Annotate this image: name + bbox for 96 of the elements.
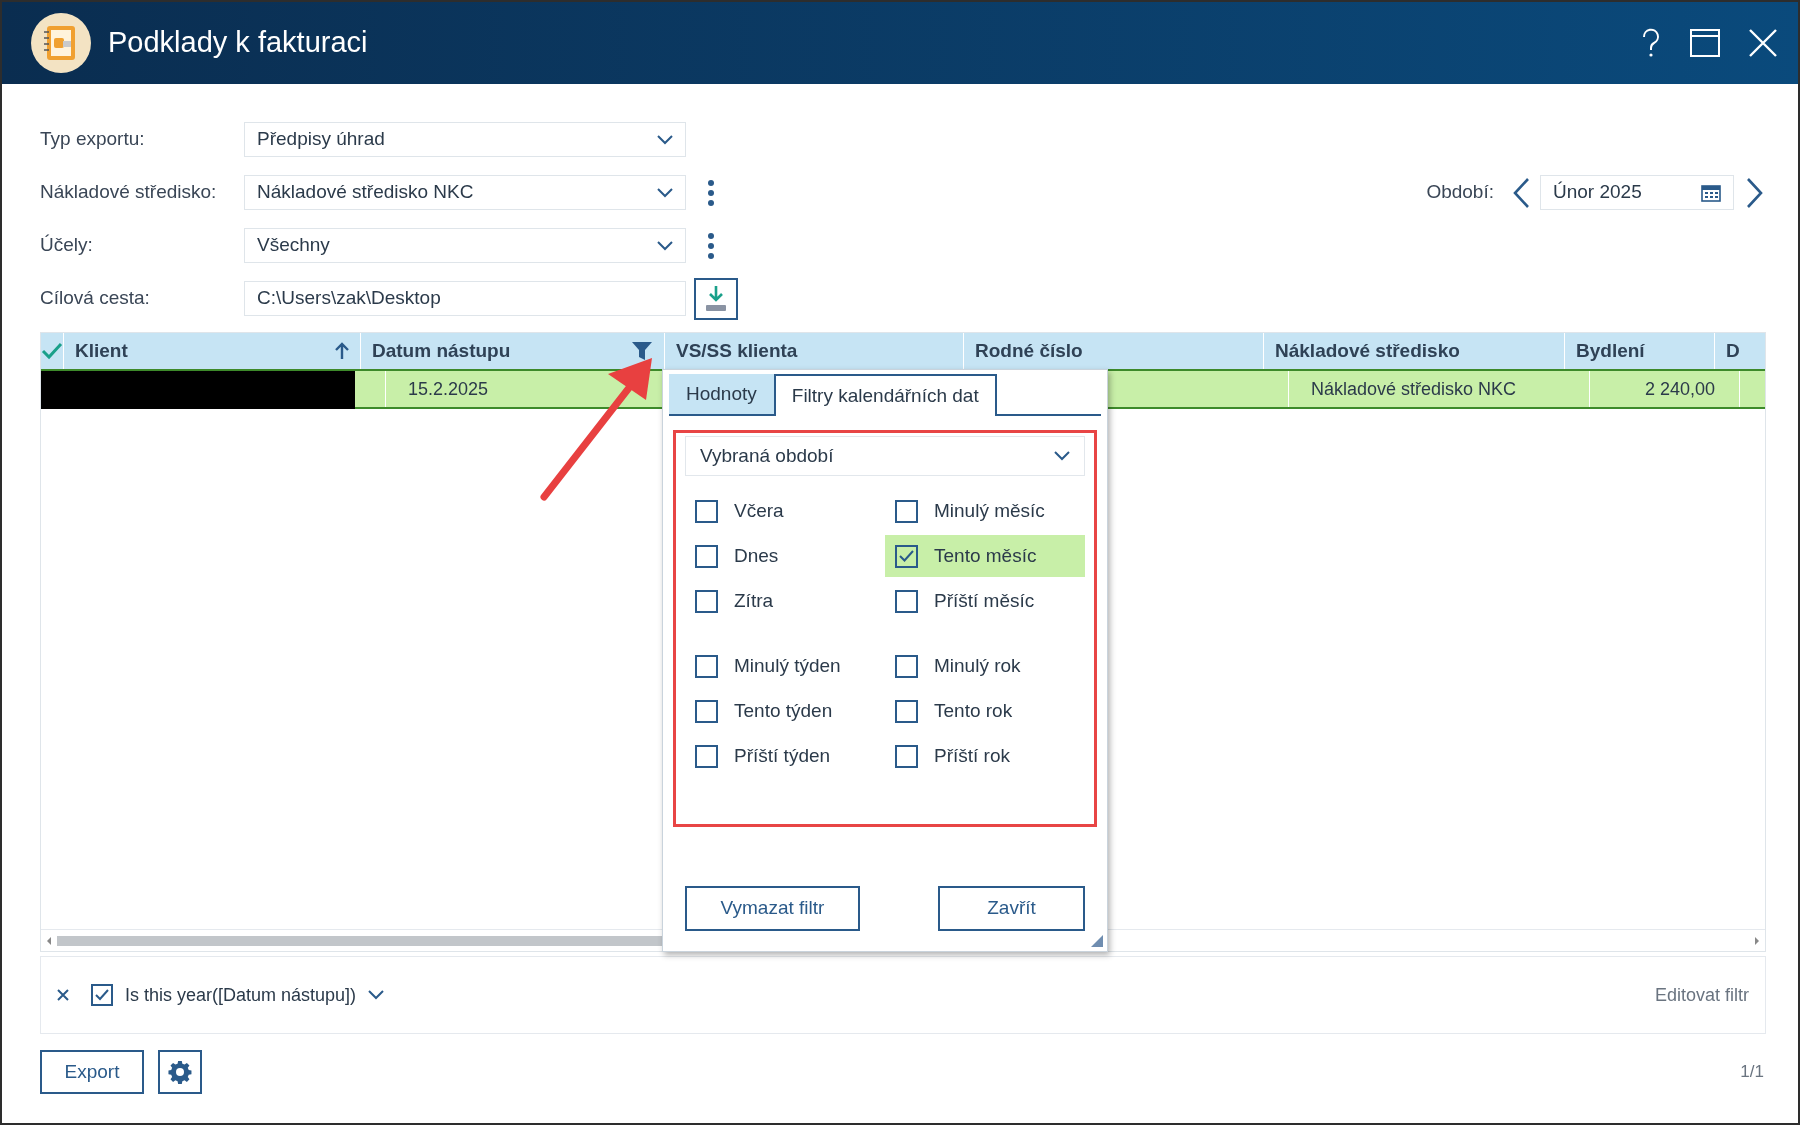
select-field[interactable]: Všechny (244, 228, 686, 263)
field-value: Všechny (257, 233, 331, 258)
select-field[interactable]: Nákladové středisko NKC (244, 175, 686, 210)
field-value: Vybraná období (700, 443, 835, 468)
option-label: Dnes (734, 543, 779, 568)
checkbox[interactable] (895, 654, 918, 678)
download-icon (705, 284, 727, 313)
option-label: Včera (734, 498, 784, 523)
tab[interactable]: Hodnoty (669, 374, 774, 414)
column-title: Rodné číslo (975, 338, 1084, 363)
field-label: Cílová cesta: (40, 286, 151, 311)
checkbox[interactable] (695, 699, 718, 723)
checkbox[interactable] (895, 744, 918, 768)
period-option[interactable]: Tento týden (685, 690, 885, 732)
table-cell: Nákladové středisko NKC (1289, 371, 1590, 407)
field-value: Nákladové středisko NKC (257, 180, 475, 205)
field-value: C:\Users\zak\Desktop (257, 286, 442, 311)
period-label: Období: (1426, 180, 1494, 205)
checkbox[interactable] (695, 589, 718, 613)
scroll-right-icon[interactable] (1755, 936, 1759, 945)
page-indicator: 1/1 (1740, 1061, 1764, 1084)
app-logo-icon (30, 12, 92, 74)
download-button[interactable] (694, 277, 738, 320)
path-field[interactable]: C:\Users\zak\Desktop (244, 281, 686, 316)
option-label: Příští měsíc (934, 588, 1035, 613)
checkbox[interactable] (695, 499, 718, 523)
checkbox[interactable] (695, 654, 718, 678)
sort-up-icon[interactable] (335, 342, 349, 360)
help-icon[interactable] (1640, 28, 1662, 58)
column-title: Datum nástupu (372, 338, 512, 363)
period-option[interactable]: Minulý týden (685, 645, 885, 687)
column-title: VS/SS klienta (676, 338, 799, 363)
calendar-icon[interactable] (1701, 183, 1721, 202)
date-field[interactable]: Únor 2025 (1540, 175, 1734, 210)
column-title: D (1726, 338, 1741, 363)
option-label: Příští rok (934, 743, 1010, 768)
edit-filter-link[interactable]: Editovat filtr (1654, 981, 1749, 1009)
period-option[interactable]: Příští týden (685, 735, 885, 777)
window-title: Podklady k fakturaci (108, 25, 368, 61)
field-value: Únor 2025 (1553, 180, 1643, 205)
close-button[interactable]: Zavřít (938, 886, 1085, 931)
more-options-icon[interactable] (708, 179, 714, 206)
resize-grip-icon[interactable] (1091, 935, 1103, 947)
option-label: Tento rok (934, 698, 1013, 723)
period-option[interactable]: Minulý měsíc (885, 490, 1085, 532)
period-option[interactable]: Tento měsíc (885, 535, 1085, 577)
chevron-down-icon[interactable] (368, 990, 385, 1000)
option-label: Minulý týden (734, 653, 841, 678)
chevron-down-icon (657, 134, 673, 145)
column-title: Klient (75, 338, 129, 363)
maximize-icon[interactable] (1690, 29, 1720, 57)
period-option[interactable]: Příští měsíc (885, 580, 1085, 622)
checkmark-icon (899, 549, 914, 563)
tab[interactable]: Filtry kalendářních dat (773, 374, 997, 416)
table-cell: 2 240,00 (1590, 371, 1740, 407)
checkbox[interactable] (91, 984, 113, 1006)
period-option[interactable]: Příští rok (885, 735, 1085, 777)
export-button[interactable]: Export (40, 1050, 144, 1094)
checkbox[interactable] (895, 589, 918, 613)
select-field[interactable]: Předpisy úhrad (244, 122, 686, 157)
checkbox[interactable] (695, 544, 718, 568)
clear-filter-button[interactable]: Vymazat filtr (685, 886, 860, 931)
option-label: Tento týden (734, 698, 833, 723)
checkmark-icon (95, 989, 109, 1001)
checkbox[interactable] (695, 744, 718, 768)
close-icon[interactable] (1748, 28, 1778, 58)
scroll-left-icon[interactable] (47, 936, 51, 945)
period-option[interactable]: Minulý rok (885, 645, 1085, 687)
checkbox[interactable] (895, 699, 918, 723)
chevron-down-icon (1054, 451, 1070, 461)
more-options-icon[interactable] (708, 232, 714, 259)
settings-button[interactable] (158, 1050, 202, 1094)
filter-icon[interactable] (631, 340, 653, 362)
field-value: Předpisy úhrad (257, 127, 386, 152)
option-label: Minulý měsíc (934, 498, 1045, 523)
field-label: Nákladové středisko: (40, 180, 218, 205)
chevron-down-icon (657, 187, 673, 198)
clear-filter-icon[interactable] (57, 989, 69, 1001)
option-label: Minulý rok (934, 653, 1021, 678)
filter-expression: Is this year([Datum nástupu]) (125, 983, 357, 1007)
select-field[interactable]: Vybraná období (685, 436, 1085, 476)
column-title: Nákladové středisko (1275, 338, 1461, 363)
period-option[interactable]: Včera (685, 490, 885, 532)
column-title: Bydlení (1576, 338, 1646, 363)
gear-icon (168, 1060, 192, 1084)
period-option[interactable]: Zítra (685, 580, 885, 622)
checkbox[interactable] (895, 544, 918, 568)
checkbox[interactable] (895, 499, 918, 523)
period-option[interactable]: Dnes (685, 535, 885, 577)
field-label: Účely: (40, 233, 94, 258)
field-label: Typ exportu: (40, 127, 146, 152)
period-option[interactable]: Tento rok (885, 690, 1085, 732)
option-label: Zítra (734, 588, 774, 613)
option-label: Příští týden (734, 743, 831, 768)
option-label: Tento měsíc (934, 543, 1037, 568)
chevron-down-icon (657, 240, 673, 251)
